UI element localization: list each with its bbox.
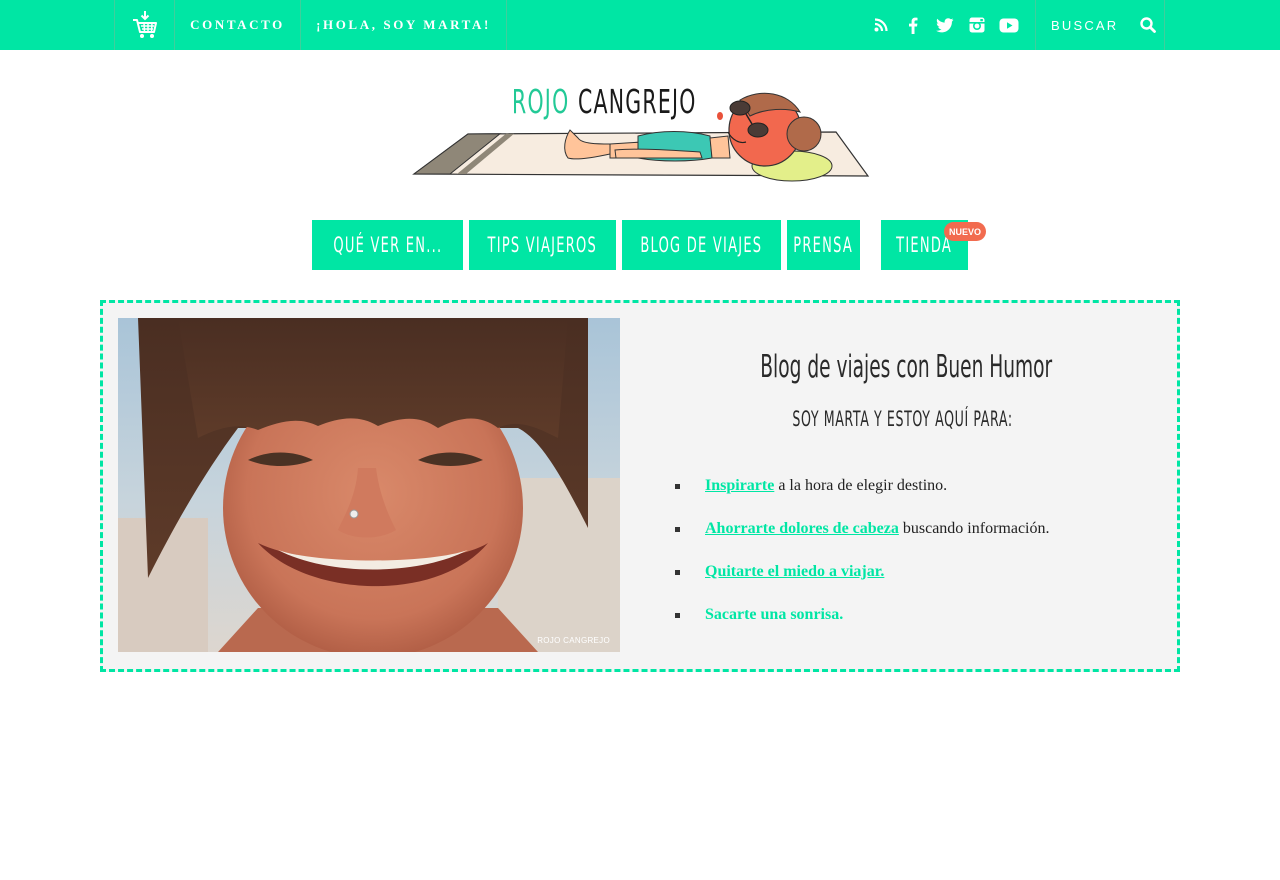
- rss-icon: [874, 18, 888, 32]
- rss-link[interactable]: [865, 0, 897, 50]
- intro-subtitle-text: soy marta y estoy aquí para:: [792, 407, 1014, 431]
- shopping-cart-icon: [132, 11, 157, 38]
- quitarte-miedo-link[interactable]: Quitarte el miedo a viajar.: [705, 563, 884, 580]
- author-photo: ROJO CANGREJO: [118, 318, 620, 652]
- list-item: Ahorrarte dolores de cabeza buscando inf…: [673, 518, 1153, 561]
- inspirarte-link[interactable]: Inspirarte: [705, 477, 774, 494]
- list-item-text: a la hora de elegir destino.: [774, 477, 948, 494]
- list-item: Quitarte el miedo a viajar.: [673, 561, 1153, 604]
- search-box: [1035, 0, 1165, 50]
- site-logo[interactable]: ROJO CANGREJO: [410, 78, 870, 188]
- logo-word-rojo: ROJO: [512, 82, 570, 121]
- nav-label: Qué ver en...: [333, 233, 442, 257]
- list-item: Inspirarte a la hora de elegir destino.: [673, 475, 1153, 518]
- bullet-icon: [675, 484, 680, 489]
- nav-tips-viajeros[interactable]: Tips viajeros: [469, 220, 616, 270]
- search-icon: [1140, 17, 1156, 33]
- nav-label: Tienda: [896, 233, 953, 257]
- contact-link[interactable]: CONTACTO: [175, 0, 301, 50]
- logo-word-cangrejo: CANGREJO: [578, 82, 697, 121]
- intro-box: ROJO CANGREJO Blog de viajes con Buen Hu…: [100, 300, 1180, 672]
- search-input[interactable]: [1051, 15, 1136, 35]
- twitter-icon: [936, 17, 954, 32]
- list-item-text: buscando información.: [898, 520, 1050, 537]
- bullet-icon: [675, 613, 680, 618]
- nav-label: Prensa: [793, 233, 854, 257]
- list-item: Sacarte una sonrisa.: [673, 604, 1153, 647]
- top-bar: CONTACTO ¡HOLA, SOY MARTA!: [0, 0, 1280, 50]
- facebook-icon: [909, 17, 918, 34]
- nav-label: Tips viajeros: [487, 233, 598, 257]
- sacarte-sonrisa-link[interactable]: Sacarte una sonrisa.: [705, 606, 843, 623]
- nav-prensa[interactable]: Prensa: [787, 220, 860, 270]
- facebook-link[interactable]: [897, 0, 929, 50]
- nav-label: Blog de viajes: [640, 233, 763, 257]
- intro-title: Blog de viajes con Buen Humor: [663, 349, 1143, 385]
- bullet-icon: [675, 527, 680, 532]
- intro-subtitle: soy marta y estoy aquí para:: [663, 407, 1143, 431]
- main-navigation: Qué ver en... Tips viajeros Blog de viaj…: [0, 220, 1280, 270]
- portrait-image: [118, 318, 620, 652]
- intro-title-text: Blog de viajes con Buen Humor: [760, 349, 1053, 385]
- nav-blog-de-viajes[interactable]: Blog de viajes: [622, 220, 781, 270]
- new-badge: NUEVO: [944, 222, 986, 241]
- youtube-link[interactable]: [993, 0, 1025, 50]
- twitter-link[interactable]: [929, 0, 961, 50]
- purpose-list: Inspirarte a la hora de elegir destino. …: [673, 475, 1153, 647]
- ahorrarte-link[interactable]: Ahorrarte dolores de cabeza: [705, 520, 899, 537]
- shopping-cart-button[interactable]: [114, 0, 175, 50]
- photo-credit: ROJO CANGREJO: [537, 636, 610, 645]
- youtube-icon: [999, 18, 1019, 32]
- bullet-icon: [675, 570, 680, 575]
- instagram-icon: [969, 17, 985, 33]
- nav-que-ver-en[interactable]: Qué ver en...: [312, 220, 463, 270]
- search-button[interactable]: [1136, 13, 1160, 37]
- instagram-link[interactable]: [961, 0, 993, 50]
- about-me-link[interactable]: ¡HOLA, SOY MARTA!: [301, 0, 507, 50]
